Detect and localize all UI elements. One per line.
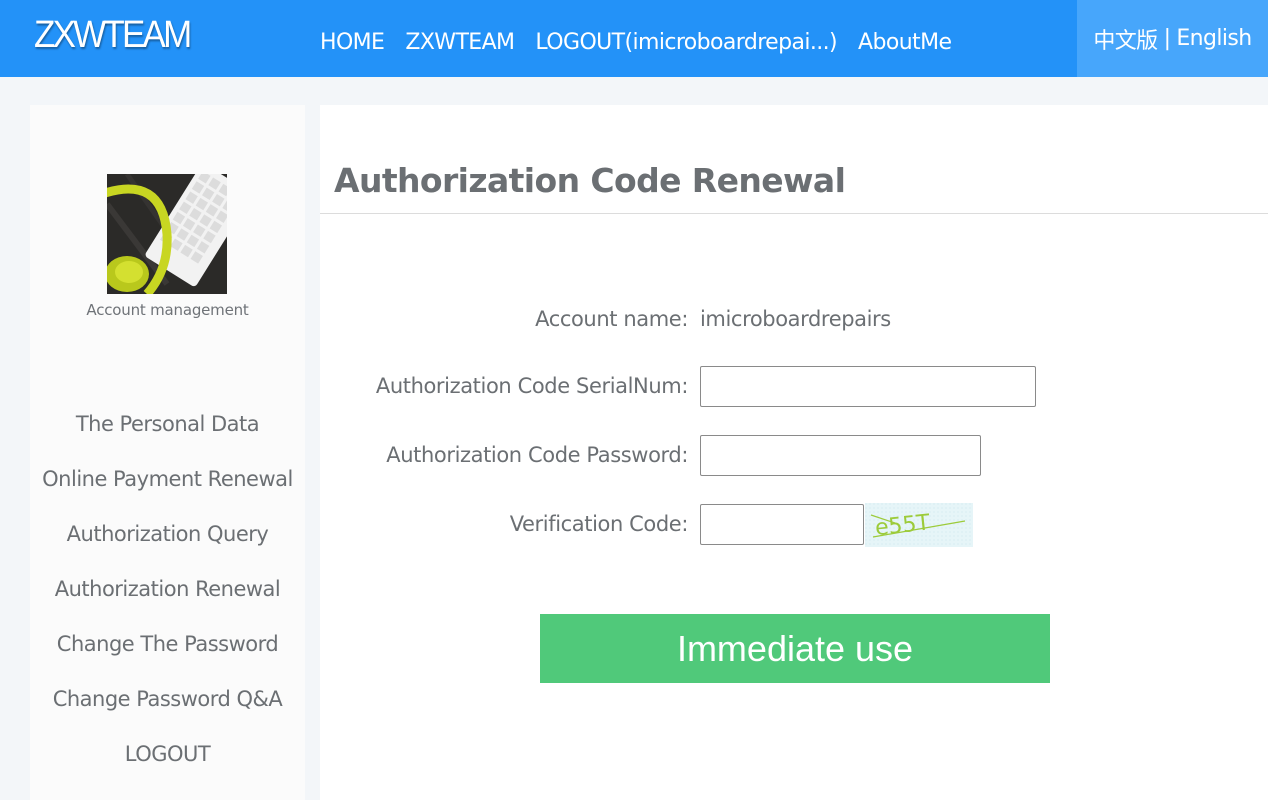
page-title: Authorization Code Renewal (334, 161, 846, 200)
main-panel: Authorization Code Renewal Account name:… (320, 105, 1268, 800)
sidebar-item-online-payment-renewal[interactable]: Online Payment Renewal (30, 460, 305, 515)
sidebar-item-authorization-query[interactable]: Authorization Query (30, 515, 305, 570)
account-sidebar: Account management The Personal Data Onl… (30, 105, 305, 800)
nav-zxwteam[interactable]: ZXWTEAM (405, 30, 515, 55)
immediate-use-button[interactable]: Immediate use (540, 614, 1050, 683)
serial-number-input[interactable] (700, 366, 1036, 407)
avatar (107, 174, 227, 294)
account-name-row: Account name: imicroboardrepairs (320, 299, 1268, 339)
lang-chinese-link[interactable]: 中文版 (1093, 23, 1158, 55)
lang-english-link[interactable]: English (1176, 26, 1252, 51)
title-divider (320, 213, 1268, 214)
top-navigation-bar: ZXWTEAM HOME ZXWTEAM LOGOUT(imicroboardr… (0, 0, 1268, 77)
site-logo[interactable]: ZXWTEAM (34, 14, 192, 57)
lang-separator: | (1163, 26, 1171, 51)
code-password-label: Authorization Code Password: (386, 443, 688, 467)
nav-home[interactable]: HOME (320, 30, 385, 55)
serial-number-label: Authorization Code SerialNum: (375, 374, 689, 398)
sidebar-item-change-password-qa[interactable]: Change Password Q&A (30, 680, 305, 735)
sidebar-item-logout[interactable]: LOGOUT (30, 735, 305, 790)
main-nav: HOME ZXWTEAM LOGOUT(imicroboardrepai...)… (320, 30, 952, 55)
account-name-value: imicroboardrepairs (700, 307, 891, 331)
serial-number-row: Authorization Code SerialNum: (320, 366, 1268, 407)
language-switcher: 中文版 | English (1077, 0, 1268, 77)
headphones-keyboard-image (107, 174, 227, 294)
captcha-image[interactable]: e55T (865, 503, 973, 547)
verification-code-row: Verification Code: (320, 504, 1268, 545)
code-password-input[interactable] (700, 435, 981, 476)
code-password-row: Authorization Code Password: (320, 435, 1268, 476)
nav-aboutme[interactable]: AboutMe (858, 30, 952, 55)
sidebar-item-personal-data[interactable]: The Personal Data (30, 405, 305, 460)
sidebar-item-authorization-renewal[interactable]: Authorization Renewal (30, 570, 305, 625)
sidebar-menu: The Personal Data Online Payment Renewal… (30, 405, 305, 790)
account-name-label: Account name: (535, 307, 688, 331)
sidebar-item-change-password[interactable]: Change The Password (30, 625, 305, 680)
nav-logout[interactable]: LOGOUT(imicroboardrepai...) (535, 30, 837, 55)
verification-code-label: Verification Code: (509, 512, 689, 536)
verification-code-input[interactable] (700, 504, 864, 545)
avatar-caption: Account management (86, 301, 249, 319)
